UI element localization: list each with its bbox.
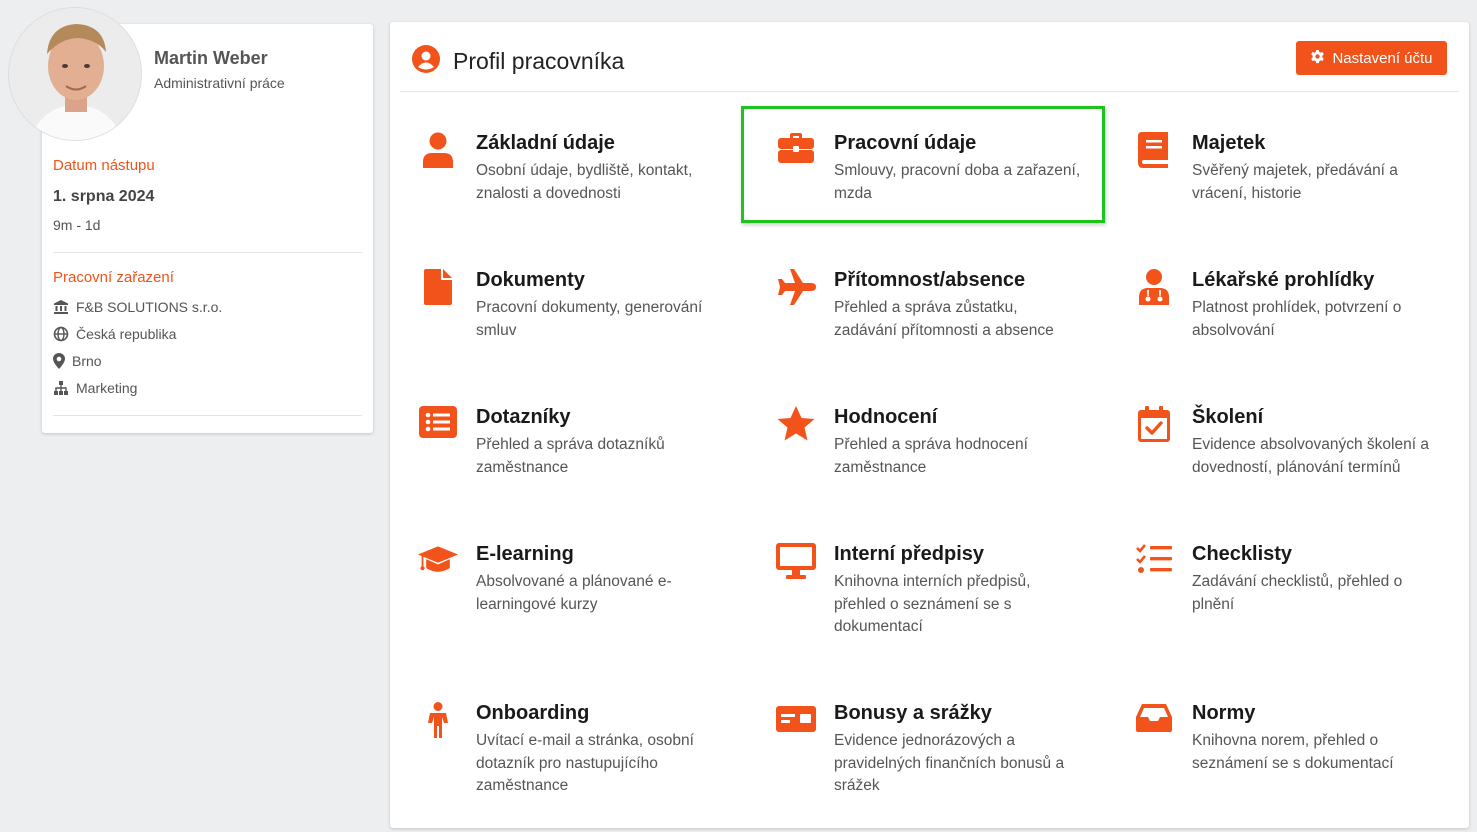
tile-title: Dotazníky — [476, 406, 571, 428]
tile-title: Školení — [1192, 406, 1264, 428]
divider — [53, 415, 362, 416]
plane-icon — [776, 269, 816, 309]
inbox-icon — [1134, 702, 1174, 742]
tile-title: Základní údaje — [476, 132, 615, 154]
tile-title: E-learning — [476, 543, 574, 565]
tile-title: Dokumenty — [476, 269, 585, 291]
profile-name: Martin Weber — [154, 48, 268, 68]
tile-description: Evidence absolvovaných školení a dovedno… — [1192, 436, 1429, 476]
main-panel: Profil pracovníka Nastavení účtu Základn… — [390, 22, 1469, 828]
tile-title: Pracovní údaje — [834, 132, 977, 154]
tile-description: Přehled a správa dotazníků zaměstnance — [476, 436, 665, 476]
bank-icon — [53, 299, 69, 315]
tile-description: Zadávání checklistů, přehled o plnění — [1192, 573, 1403, 613]
user-icon — [418, 132, 458, 172]
tile-description: Platnost prohlídek, potvrzení o absolvov… — [1192, 299, 1402, 339]
tile-description: Pracovní dokumenty, generování smluv — [476, 299, 703, 339]
tile-description: Smlouvy, pracovní doba a zařazení, mzda — [834, 162, 1081, 202]
tile-description: Knihovna interních předpisů, přehled o s… — [834, 573, 1031, 635]
gear-icon — [1310, 49, 1325, 68]
tile-description: Uvítací e-mail a stránka, osobní dotazní… — [476, 732, 694, 794]
tile-description: Osobní údaje, bydliště, kontakt, znalost… — [476, 162, 693, 202]
list-icon — [418, 406, 458, 446]
tile-title: Bonusy a srážky — [834, 702, 992, 724]
profile-card: Martin Weber Administrativní práce Datum… — [8, 7, 373, 433]
tile-title: Hodnocení — [834, 406, 938, 428]
file-icon — [418, 269, 458, 309]
globe-icon — [53, 326, 69, 342]
tile-title: Majetek — [1192, 132, 1266, 154]
tile-description: Absolvované a plánované e-learningové ku… — [476, 573, 672, 613]
star-icon — [776, 406, 816, 446]
account-settings-button[interactable]: Nastavení účtu — [1296, 41, 1447, 75]
country-name: Česká republika — [76, 326, 177, 342]
person-icon — [418, 702, 458, 742]
country-row: Česká republika — [53, 326, 176, 342]
doctor-icon — [1134, 269, 1174, 309]
monitor-icon — [776, 543, 816, 583]
map-marker-icon — [53, 353, 65, 369]
city-name: Brno — [72, 353, 102, 369]
tile-title: Interní předpisy — [834, 543, 985, 565]
tile-description: Svěřený majetek, předávání a vrácení, hi… — [1192, 162, 1398, 202]
city-row: Brno — [53, 353, 102, 369]
header-divider — [400, 91, 1459, 92]
company-name: F&B SOLUTIONS s.r.o. — [76, 299, 223, 315]
tile-title: Onboarding — [476, 702, 590, 724]
divider — [53, 252, 362, 253]
graduation-cap-icon — [418, 543, 458, 583]
department-name: Marketing — [76, 380, 138, 396]
book-icon — [1134, 132, 1174, 172]
checklist-icon — [1134, 543, 1174, 583]
tile-title: Přítomnost/absence — [834, 269, 1026, 291]
start-date-label: Datum nástupu — [53, 157, 155, 174]
briefcase-icon — [776, 132, 816, 172]
tile-title: Normy — [1192, 702, 1256, 724]
account-settings-label: Nastavení účtu — [1332, 49, 1433, 67]
tile-description: Knihovna norem, přehled o seznámení se s… — [1192, 732, 1394, 772]
profile-role: Administrativní práce — [154, 75, 285, 91]
money-card-icon — [776, 702, 816, 742]
position-label: Pracovní zařazení — [53, 269, 174, 286]
tile-description: Přehled a správa hodnocení zaměstnance — [834, 436, 1028, 476]
tile-title: Lékařské prohlídky — [1192, 269, 1375, 291]
company-row: F&B SOLUTIONS s.r.o. — [53, 299, 222, 315]
tile-description: Přehled a správa zůstatku, zadávání přít… — [834, 299, 1054, 339]
tile-title: Checklisty — [1192, 543, 1293, 565]
user-circle-icon — [412, 45, 440, 73]
tile-description: Evidence jednorázových a pravidelných fi… — [834, 732, 1065, 794]
avatar — [8, 7, 142, 141]
start-date: 1. srpna 2024 — [53, 188, 155, 205]
calendar-check-icon — [1134, 406, 1174, 446]
page-title: Profil pracovníka — [453, 48, 625, 74]
sitemap-icon — [53, 380, 69, 396]
department-row: Marketing — [53, 380, 137, 396]
tenure: 9m - 1d — [53, 217, 101, 233]
